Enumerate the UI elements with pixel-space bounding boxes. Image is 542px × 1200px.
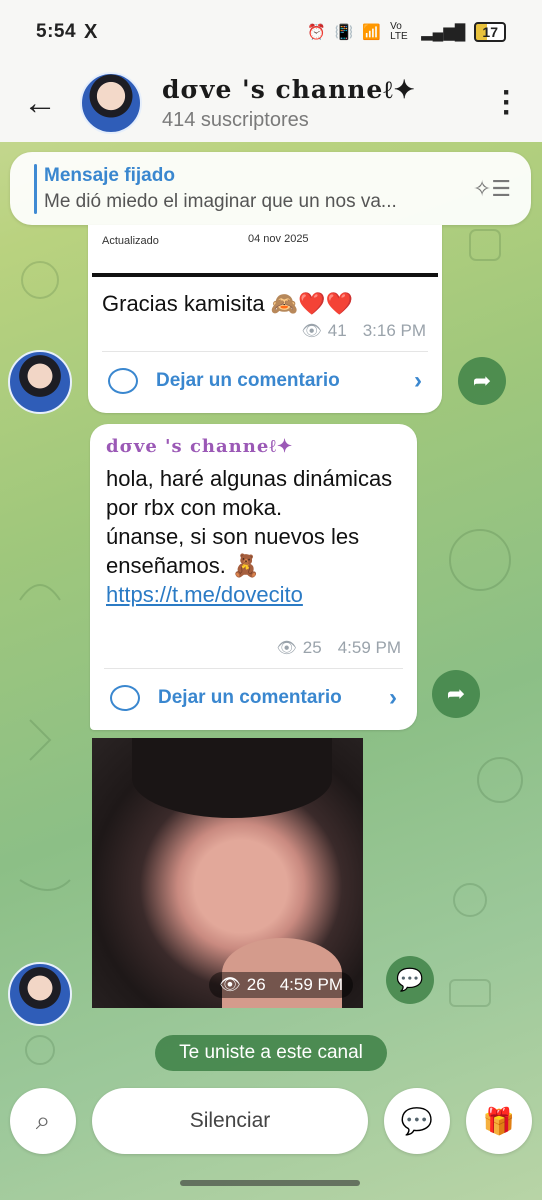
message-time: 4:59 PM <box>279 975 343 994</box>
photo-hair <box>132 738 332 818</box>
pinned-label: Mensaje fijado <box>44 164 175 186</box>
volte-label: Vo LTE <box>390 21 408 42</box>
chevron-right-icon: › <box>389 684 397 711</box>
photo-message[interactable]: 👁 26 4:59 PM <box>92 738 363 1008</box>
view-count: 41 <box>327 321 347 340</box>
message-time: 4:59 PM <box>337 638 401 657</box>
bubble-divider <box>104 668 403 669</box>
status-bar: 5:54 X ⏰ 📳 📶 Vo LTE ▂▄▆█ 17 <box>0 0 542 64</box>
author-name: dσve 's channeℓ✦ <box>106 436 294 457</box>
comment-bubble-icon <box>110 685 140 711</box>
channel-info[interactable]: dσve 's channeℓ✦ 414 suscriptores <box>162 75 416 132</box>
signal-icon: ▂▄▆█ <box>421 24 466 41</box>
view-count: 25 <box>302 638 322 657</box>
message-meta: 👁 25 4:59 PM <box>276 638 401 658</box>
eye-icon: 👁 <box>276 640 297 657</box>
comment-label: Dejar un comentario <box>156 370 340 391</box>
share-icon[interactable]: ➦ <box>458 357 506 405</box>
sticker-emoji: 🧸 <box>231 553 260 578</box>
message-text: hola, haré algunas dinámicas por rbx con… <box>106 464 406 609</box>
comment-button[interactable]: Dejar un comentario › <box>88 353 442 409</box>
vibrate-icon: 📳 <box>334 24 354 41</box>
gesture-bar[interactable] <box>180 1180 360 1186</box>
doc-date: 04 nov 2025 <box>248 233 309 245</box>
arrow-left-icon[interactable]: ← <box>0 84 80 123</box>
pinned-text: Me dió miedo el imaginar que un nos va..… <box>44 190 397 212</box>
message-text: Gracias kamisita 🙈❤️❤️ <box>102 291 353 316</box>
clock: 5:54 <box>36 21 77 42</box>
joined-channel-notice: Te uniste a este canal <box>155 1035 387 1071</box>
view-count: 26 <box>246 975 266 994</box>
bottom-bar: ⌕ Silenciar 💬 🎁 <box>0 1085 542 1160</box>
sender-avatar[interactable] <box>8 962 72 1026</box>
pinned-message-bar[interactable]: Mensaje fijado Me dió miedo el imaginar … <box>10 152 531 225</box>
battery-indicator: 17 <box>474 22 506 42</box>
bubble-divider <box>102 351 428 352</box>
eye-icon: 👁 <box>301 323 322 340</box>
search-icon[interactable]: ⌕ <box>10 1088 76 1154</box>
message-line-1: hola, haré algunas dinámicas por rbx con… <box>106 466 393 520</box>
document-preview: Actualizado 04 nov 2025 <box>88 227 442 277</box>
chevron-right-icon: › <box>414 367 422 394</box>
photo-meta: 👁 26 4:59 PM <box>209 972 353 998</box>
comment-button[interactable]: Dejar un comentario › <box>90 670 417 726</box>
gift-icon[interactable]: 🎁 <box>466 1088 532 1154</box>
channel-title: dσve 's channeℓ✦ <box>162 74 416 104</box>
eye-icon: 👁 <box>219 975 241 994</box>
sender-avatar[interactable] <box>8 350 72 414</box>
doc-divider <box>92 273 438 277</box>
chat-header: ← dσve 's channeℓ✦ 414 suscriptores · · · <box>0 64 542 142</box>
more-vertical-icon[interactable]: · · · <box>472 78 542 128</box>
subscriber-count: 414 suscriptores <box>162 108 309 131</box>
message-link[interactable]: https://t.me/dovecito <box>106 582 303 607</box>
x-app-icon: X <box>84 20 98 43</box>
wifi-icon: 📶 <box>362 24 382 41</box>
channel-avatar[interactable] <box>80 72 142 134</box>
unpin-list-icon[interactable]: ✧☰ <box>473 176 511 202</box>
pinned-accent-bar <box>34 164 37 214</box>
comment-bubble-icon[interactable]: 💬 <box>386 956 434 1004</box>
message-bubble-1[interactable]: Actualizado 04 nov 2025 Gracias kamisita… <box>88 225 442 413</box>
comment-bubble-icon <box>108 368 138 394</box>
message-bubble-2[interactable]: dσve 's channeℓ✦ hola, haré algunas diná… <box>90 424 417 730</box>
doc-updated-label: Actualizado <box>102 235 159 247</box>
status-icons: ⏰ 📳 📶 Vo LTE ▂▄▆█ 17 <box>307 22 506 42</box>
share-icon[interactable]: ➦ <box>432 670 480 718</box>
chat-icon[interactable]: 💬 <box>384 1088 450 1154</box>
mute-button[interactable]: Silenciar <box>92 1088 368 1154</box>
message-time: 3:16 PM <box>362 321 426 340</box>
alarm-icon: ⏰ <box>307 24 326 41</box>
comment-label: Dejar un comentario <box>158 687 342 708</box>
message-meta: 👁 41 3:16 PM <box>301 321 426 341</box>
